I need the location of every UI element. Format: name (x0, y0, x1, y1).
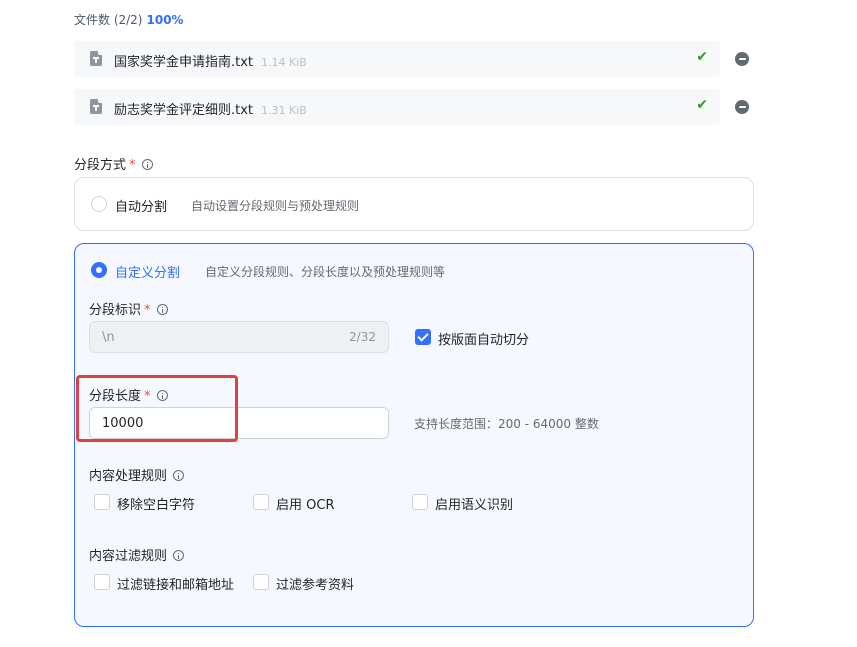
info-icon[interactable] (141, 159, 153, 170)
remove-whitespace-checkbox[interactable] (94, 494, 110, 510)
auto-split-option[interactable]: 自动分割 自动设置分段规则与预处理规则 (74, 177, 754, 231)
remove-whitespace-label: 移除空白字符 (117, 498, 196, 513)
filter-references-label: 过滤参考资料 (276, 578, 355, 593)
auto-split-layout-label: 按版面自动切分 (438, 333, 530, 348)
filter-links-label: 过滤链接和邮箱地址 (117, 578, 235, 593)
file-size: 1.31 KiB (261, 104, 307, 117)
segmentation-mode-label: 分段方式 * (74, 154, 153, 173)
text-file-icon (90, 99, 102, 114)
custom-split-title: 自定义分割 (115, 266, 181, 281)
text-file-icon (90, 51, 102, 66)
filter-references-checkbox[interactable] (253, 574, 269, 590)
file-name: 国家奖学金申请指南.txt 1.14 KiB (114, 55, 307, 70)
info-icon[interactable] (173, 550, 185, 561)
check-icon: ✔ (696, 97, 708, 113)
delimiter-value: \n (102, 330, 115, 345)
file-item: 励志奖学金评定细则.txt 1.31 KiB ✔ (74, 89, 720, 125)
auto-split-radio[interactable] (91, 196, 107, 212)
highlight-annotation-box (76, 375, 238, 442)
char-counter: 2/32 (349, 330, 376, 344)
enable-ocr-checkbox[interactable] (253, 494, 269, 510)
filter-links-checkbox[interactable] (94, 574, 110, 590)
auto-split-title: 自动分割 (115, 200, 168, 215)
file-count: 文件数 (2/2) 100% (74, 11, 184, 28)
semantic-recognition-checkbox[interactable] (412, 494, 428, 510)
file-name: 励志奖学金评定细则.txt 1.31 KiB (114, 103, 307, 118)
file-count-label: 文件数 (2/2) (74, 13, 143, 27)
file-item: 国家奖学金申请指南.txt 1.14 KiB ✔ (74, 41, 720, 77)
upload-progress: 100% (146, 13, 184, 27)
segment-length-hint: 支持长度范围：200 - 64000 整数 (414, 417, 599, 431)
info-icon[interactable] (156, 304, 168, 315)
filter-rules-label: 内容过滤规则 (89, 545, 185, 564)
auto-split-layout-checkbox[interactable] (415, 329, 431, 345)
content-rules-label: 内容处理规则 (89, 465, 185, 484)
remove-file-button[interactable] (735, 100, 749, 114)
enable-ocr-label: 启用 OCR (276, 498, 335, 513)
auto-split-desc: 自动设置分段规则与预处理规则 (191, 199, 360, 213)
file-size: 1.14 KiB (261, 56, 307, 69)
check-icon: ✔ (696, 49, 708, 65)
delimiter-input[interactable]: \n 2/32 (89, 321, 389, 353)
info-icon[interactable] (173, 470, 185, 481)
custom-split-radio[interactable] (91, 262, 107, 278)
delimiter-label: 分段标识 * (89, 299, 168, 318)
semantic-recognition-label: 启用语义识别 (435, 498, 514, 513)
remove-file-button[interactable] (735, 52, 749, 66)
custom-split-desc: 自定义分段规则、分段长度以及预处理规则等 (205, 265, 446, 279)
